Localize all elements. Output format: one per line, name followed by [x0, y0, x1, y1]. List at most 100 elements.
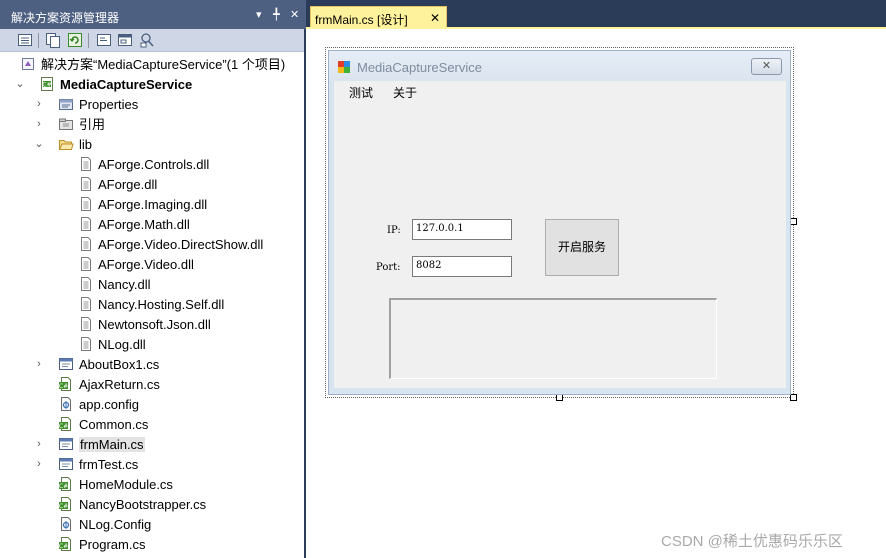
solution-icon [22, 58, 34, 70]
refresh-icon[interactable] [67, 32, 83, 48]
svg-text:C#: C# [59, 543, 68, 550]
svg-text:C#: C# [59, 423, 68, 430]
tree-item-solution[interactable]: 解决方案“MediaCaptureService”(1 个项目) [0, 54, 304, 74]
solution-explorer-title-bar[interactable]: 解决方案资源管理器 ▾ ╇ ✕ [0, 0, 306, 29]
view-code-icon[interactable] [96, 32, 112, 48]
config-file-icon [61, 517, 71, 531]
tree-item-file[interactable]: C# Program.cs [0, 534, 304, 554]
dropdown-icon[interactable]: ▾ [256, 9, 262, 21]
dll-file-icon [81, 157, 91, 171]
properties-folder-icon [59, 99, 73, 110]
expand-icon[interactable]: › [33, 438, 45, 450]
toolbar-separator [88, 33, 89, 48]
tree-item-references[interactable]: › 引用 [0, 114, 304, 134]
svg-text:C#: C# [59, 383, 68, 390]
tree-item-file[interactable]: › AboutBox1.cs [0, 354, 304, 374]
tree-item-file[interactable]: C# AjaxReturn.cs [0, 374, 304, 394]
expand-icon[interactable]: › [33, 458, 45, 470]
dll-file-icon [81, 237, 91, 251]
tree-item-dll[interactable]: AForge.dll [0, 174, 304, 194]
tree-item-dll[interactable]: AForge.Video.DirectShow.dll [0, 234, 304, 254]
tree-item-label: lib [79, 137, 93, 152]
tab-label: frmMain.cs [设计] [315, 13, 408, 27]
svg-text:C#: C# [59, 503, 68, 510]
resize-grip-bottom[interactable] [556, 394, 563, 401]
port-label: Port: [376, 262, 401, 273]
csharp-file-icon: C# [59, 537, 71, 551]
ip-textbox[interactable]: 127.0.0.1 [412, 219, 512, 240]
ip-label: IP: [387, 225, 401, 236]
tree-item-dll[interactable]: NLog.dll [0, 334, 304, 354]
tree-item-file[interactable]: › frmMain.cs [0, 434, 304, 454]
tree-item-lib-folder[interactable]: ⌄ lib [0, 134, 304, 154]
csharp-file-icon: C# [59, 477, 71, 491]
tree-item-label: NancyBootstrapper.cs [79, 497, 207, 512]
dll-file-icon [81, 297, 91, 311]
tree-item-dll[interactable]: AForge.Imaging.dll [0, 194, 304, 214]
open-folder-icon [58, 140, 74, 150]
tree-item-dll[interactable]: Nancy.Hosting.Self.dll [0, 294, 304, 314]
form-menu-bar: 测试 关于 [334, 81, 786, 103]
form-main-window[interactable]: MediaCaptureService ✕ 测试 关于 IP: 127.0.0.… [328, 50, 791, 395]
tree-item-label: AboutBox1.cs [79, 357, 160, 372]
form-file-icon [59, 438, 73, 450]
dll-file-icon [81, 257, 91, 271]
config-file-icon [61, 397, 71, 411]
tree-item-dll[interactable]: Newtonsoft.Json.dll [0, 314, 304, 334]
tab-frmmain-designer[interactable]: frmMain.cs [设计] ✕ [310, 6, 447, 29]
dll-file-icon [81, 317, 91, 331]
pin-icon[interactable]: ╇ [273, 9, 280, 21]
app-icon [338, 61, 350, 73]
solution-tree[interactable]: 解决方案“MediaCaptureService”(1 个项目) ⌄ C# Me… [0, 53, 304, 558]
expand-icon[interactable]: › [33, 358, 45, 370]
tree-item-label: Nancy.dll [98, 277, 151, 292]
form-close-button[interactable]: ✕ [751, 58, 782, 75]
resize-grip-right[interactable] [790, 218, 797, 225]
tree-item-file[interactable]: NLog.Config [0, 514, 304, 534]
tree-item-dll[interactable]: AForge.Controls.dll [0, 154, 304, 174]
form-file-icon [59, 458, 73, 470]
log-textbox[interactable] [389, 298, 717, 379]
port-textbox[interactable]: 8082 [412, 256, 512, 277]
tree-item-label: Properties [79, 97, 139, 112]
tree-item-dll[interactable]: AForge.Math.dll [0, 214, 304, 234]
tree-item-label: AForge.Video.dll [98, 257, 194, 272]
tree-item-label: HomeModule.cs [79, 477, 173, 492]
properties-icon[interactable] [17, 32, 33, 48]
tree-item-file[interactable]: C# Common.cs [0, 414, 304, 434]
tree-item-label: Nancy.Hosting.Self.dll [98, 297, 225, 312]
tree-item-file[interactable]: app.config [0, 394, 304, 414]
tree-item-file[interactable]: › frmTest.cs [0, 454, 304, 474]
toolbar-separator [38, 33, 39, 48]
tree-item-properties[interactable]: › Properties [0, 94, 304, 114]
tree-item-label: Common.cs [79, 417, 149, 432]
form-title-bar: MediaCaptureService ✕ [329, 51, 790, 81]
show-all-files-icon[interactable] [45, 32, 61, 48]
form-caption: MediaCaptureService [357, 60, 483, 75]
tree-item-file[interactable]: C# NancyBootstrapper.cs [0, 494, 304, 514]
tree-item-label: AjaxReturn.cs [79, 377, 160, 392]
tree-item-project[interactable]: ⌄ C# MediaCaptureService [0, 74, 304, 94]
form-file-icon [59, 358, 73, 370]
view-designer-icon[interactable] [117, 32, 133, 48]
menu-item-about[interactable]: 关于 [393, 84, 417, 101]
tree-item-label: 解决方案“MediaCaptureService”(1 个项目) [41, 57, 286, 72]
start-service-button[interactable]: 开启服务 [545, 219, 619, 276]
tree-item-dll[interactable]: AForge.Video.dll [0, 254, 304, 274]
tree-item-dll[interactable]: Nancy.dll [0, 274, 304, 294]
collapse-icon[interactable]: ⌄ [14, 78, 26, 90]
tree-item-file[interactable]: C# HomeModule.cs [0, 474, 304, 494]
close-panel-icon[interactable]: ✕ [290, 9, 299, 21]
expand-icon[interactable]: › [33, 118, 45, 130]
tree-item-label: 引用 [79, 117, 106, 132]
tree-item-label: frmMain.cs [79, 437, 145, 452]
expand-icon[interactable]: › [33, 98, 45, 110]
class-diagram-icon[interactable] [139, 32, 155, 48]
collapse-icon[interactable]: ⌄ [33, 138, 45, 150]
close-tab-icon[interactable]: ✕ [430, 11, 440, 25]
menu-item-test[interactable]: 测试 [349, 84, 373, 101]
form-client-area: IP: 127.0.0.1 Port: 8082 开启服务 [334, 103, 786, 388]
resize-grip-bottom-right[interactable] [790, 394, 797, 401]
csharp-file-icon: C# [59, 377, 71, 391]
csharp-file-icon: C# [59, 497, 71, 511]
